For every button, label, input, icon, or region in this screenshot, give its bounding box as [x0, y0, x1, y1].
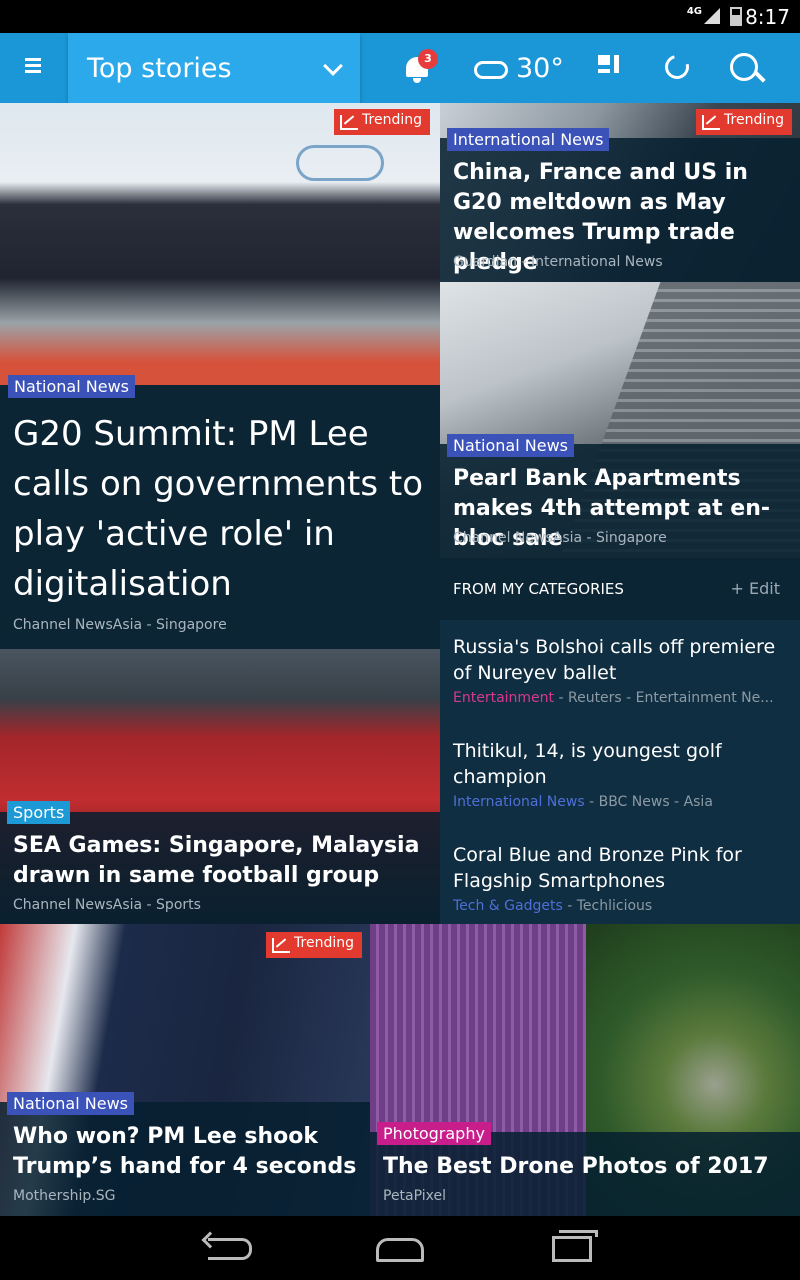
list-item-source: - BBC News - Asia [584, 794, 713, 810]
weather-cloud-sun-icon [474, 61, 508, 79]
list-item-category: Entertainment [453, 690, 555, 706]
list-item-source: - Reuters - Entertainment Ne... [554, 690, 774, 706]
list-item[interactable]: Thitikul, 14, is youngest golf champion … [453, 738, 793, 810]
list-item-meta: Entertainment - Reuters - Entertainment … [453, 690, 793, 706]
story-headline: The Best Drone Photos of 2017 [383, 1154, 769, 1179]
category-label: Photography [377, 1122, 491, 1145]
list-item-title: Thitikul, 14, is youngest golf champion [453, 740, 722, 788]
list-item-category: Tech & Gadgets [453, 898, 563, 914]
story-tile-sea-games[interactable]: Sports SEA Games: Singapore, Malaysia dr… [0, 649, 440, 924]
story-headline: G20 Summit: PM Lee calls on governments … [13, 414, 424, 604]
category-label: National News [8, 375, 135, 398]
section-label: Top stories [87, 53, 232, 84]
my-categories-title: FROM MY CATEGORIES [453, 580, 624, 598]
list-item-title: Russia's Bolshoi calls off premiere of N… [453, 636, 776, 684]
recent-apps-icon[interactable] [552, 1230, 598, 1262]
story-source: Channel NewsAsia - Singapore [453, 530, 667, 546]
story-tile-drone-photos[interactable]: Photography The Best Drone Photos of 201… [370, 924, 800, 1216]
story-tile-china[interactable]: Trending International News China, Franc… [440, 103, 800, 282]
chevron-down-icon [323, 56, 343, 76]
story-source: PetaPixel [383, 1188, 447, 1204]
story-headline: SEA Games: Singapore, Malaysia drawn in … [13, 833, 420, 888]
story-tile-pearl-bank[interactable]: National News Pearl Bank Apartments make… [440, 282, 800, 558]
bell-icon[interactable]: 3 [400, 47, 438, 89]
my-categories-header: FROM MY CATEGORIES + Edit [440, 558, 800, 620]
g20-group-photo [0, 103, 440, 385]
story-source: Channel NewsAsia - Singapore [13, 617, 227, 633]
section-dropdown[interactable]: Top stories [68, 33, 360, 108]
list-item-title: Coral Blue and Bronze Pink for Flagship … [453, 844, 742, 892]
category-label: International News [447, 128, 610, 151]
my-categories-panel: FROM MY CATEGORIES + Edit Russia's Bolsh… [440, 558, 800, 924]
list-item[interactable]: Coral Blue and Bronze Pink for Flagship … [453, 842, 793, 914]
menu-icon[interactable] [14, 55, 54, 81]
story-tile-g20[interactable]: Trending National News G20 Summit: PM Le… [0, 103, 440, 649]
edit-categories-button[interactable]: + Edit [731, 579, 780, 598]
refresh-icon[interactable] [660, 47, 694, 89]
status-bar: 4G 8:17 [0, 0, 800, 33]
trending-badge: Trending [266, 932, 362, 958]
battery-icon [730, 7, 742, 26]
category-label: National News [7, 1092, 134, 1115]
g20-logo [296, 145, 384, 181]
temperature: 30° [516, 53, 564, 84]
notification-badge: 3 [418, 49, 438, 69]
system-nav-bar [0, 1216, 800, 1280]
clock: 8:17 [745, 5, 790, 29]
globe-search-icon[interactable] [728, 47, 768, 89]
weather-button[interactable]: 30° [472, 47, 572, 89]
story-tile-handshake[interactable]: Trending National News Who won? PM Lee s… [0, 924, 370, 1216]
back-icon[interactable] [208, 1238, 252, 1260]
list-item-category: International News [453, 794, 585, 810]
trending-badge: Trending [334, 109, 430, 135]
layout-icon[interactable] [598, 47, 624, 89]
story-source: Mothership.SG [13, 1188, 116, 1204]
list-item[interactable]: Russia's Bolshoi calls off premiere of N… [453, 634, 793, 706]
trending-badge: Trending [696, 109, 792, 135]
list-item-meta: Tech & Gadgets - Techlicious [453, 898, 793, 914]
category-label: National News [447, 434, 574, 457]
category-label: Sports [7, 801, 71, 824]
list-item-meta: International News - BBC News - Asia [453, 794, 793, 810]
story-source: Channel NewsAsia - Sports [13, 897, 201, 913]
app-toolbar: Top stories 3 30° [0, 33, 800, 108]
list-item-source: - Techlicious [562, 898, 653, 914]
story-source: Guardian - International News [453, 254, 663, 270]
network-type: 4G [686, 6, 702, 17]
home-icon[interactable] [376, 1238, 424, 1262]
signal-icon [704, 8, 720, 24]
story-headline: Who won? PM Lee shook Trump’s hand for 4… [13, 1124, 357, 1179]
